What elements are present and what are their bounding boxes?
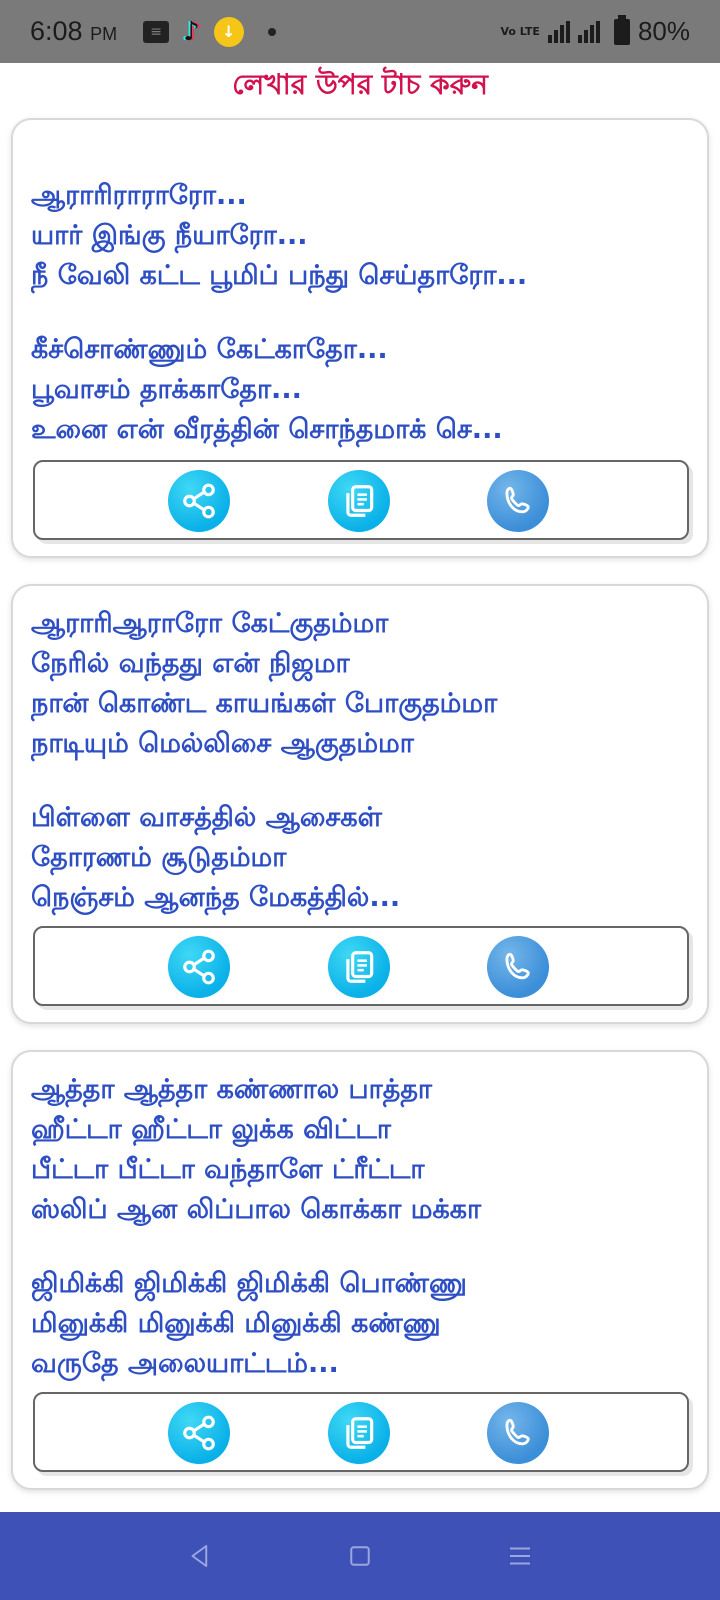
lyric-line: பீட்டா பீட்டா வந்தாளே ட்ரீட்டா [31,1154,425,1185]
lyric-line: ஆராரிஆராரோ கேட்குதம்மா [31,608,389,639]
battery-icon [613,14,630,45]
home-icon [350,1546,370,1566]
lyric-line: நான் கொண்ட காயங்கள் போகுதம்மா [31,688,498,719]
page-title[interactable]: লেখার উপর টাচ করুন [0,63,720,109]
copy-button[interactable] [328,936,390,998]
copy-button[interactable] [328,470,390,532]
battery-percent: 80% [637,16,690,46]
whatsapp-button[interactable] [487,936,549,998]
back-icon [191,1545,208,1567]
home-button[interactable] [340,1536,380,1576]
lyrics-text[interactable]: ஆத்தா ஆத்தா கண்ணால பாத்தா ஹீட்டா ஹீட்டா … [13,1052,707,1384]
lyric-line: ஹீட்டா ஹீட்டா லுக்க விட்டா [31,1114,391,1145]
copy-icon [346,485,374,517]
navigation-bar [0,1512,720,1600]
back-button[interactable] [180,1536,220,1576]
status-right: Vo LTE 80% [500,14,690,47]
share-button[interactable] [168,470,230,532]
lyric-line: நேரில் வந்தது என் நிஜமா [31,648,350,679]
lyrics-card[interactable]: ஆராரிராராரோ... யார் இங்கு நீயாரோ... நீ வ… [11,118,709,558]
share-icon [183,1415,215,1451]
copy-icon [346,1417,374,1449]
status-time: 6:08 PM [30,16,118,46]
lyric-line: ஸ்லிப் ஆன லிப்பால கொக்கா மக்கா [31,1194,482,1225]
signal-icon [547,20,570,43]
share-button[interactable] [168,936,230,998]
action-bar [33,1392,689,1472]
download-icon: ↓ [213,16,244,47]
whatsapp-button[interactable] [487,1402,549,1464]
more-notifications-icon [267,27,276,36]
lyric-line: நீ வேலி கட்ட பூமிப் பந்து செய்தாரோ... [31,260,528,291]
lyric-line: ஆத்தா ஆத்தா கண்ணால பாத்தா [31,1074,433,1105]
message-icon: ≡ [143,20,170,43]
lyric-line: நாடியும் மெல்லிசை ஆகுதம்மா [31,728,414,759]
lyric-line: ஜிமிக்கி ஜிமிக்கி ஜிமிக்கி பொண்ணு [31,1268,467,1299]
signal-icon-2 [577,20,600,43]
lyrics-card[interactable]: ஆராரிஆராரோ கேட்குதம்மா நேரில் வந்தது என்… [11,584,709,1024]
lyric-line: பிள்ளை வாசத்தில் ஆசைகள் [31,802,382,833]
menu-button[interactable] [500,1536,540,1576]
tiktok-icon: ♪ [183,16,200,47]
lyric-line: பூவாசம் தாக்காதோ... [31,374,302,405]
lyrics-text[interactable]: ஆராரிஆராரோ கேட்குதம்மா நேரில் வந்தது என்… [13,586,707,918]
lyric-line: தோரணம் சூடுதம்மா [31,842,287,873]
lyric-line: வருதே அலையாட்டம்... [31,1348,339,1379]
menu-icon [510,1547,530,1565]
action-bar [33,926,689,1006]
lyric-line: கீச்சொண்ணும் கேட்காதோ... [31,334,388,365]
lyric-line: உனை என் வீரத்தின் சொந்தமாக் செ... [31,414,503,445]
whatsapp-call-icon [505,952,530,980]
share-button[interactable] [168,1402,230,1464]
whatsapp-call-icon [505,1418,530,1446]
lyrics-text[interactable]: ஆராரிராராரோ... யார் இங்கு நீயாரோ... நீ வ… [13,120,707,450]
lyrics-card[interactable]: ஆத்தா ஆத்தா கண்ணால பாத்தா ஹீட்டா ஹீட்டா … [11,1050,709,1490]
status-bar: 6:08 PM ≡ ♪ ↓ Vo LTE 80% [0,0,720,63]
lyric-line: ஆராரிராராரோ... [31,180,247,211]
whatsapp-call-icon [505,486,530,514]
share-icon [183,949,215,985]
volte-icon: Vo LTE [500,24,540,38]
share-icon [183,483,215,519]
notification-icons: ≡ ♪ ↓ [143,16,276,47]
lyric-line: நெஞ்சம் ஆனந்த மேகத்தில்... [31,882,401,913]
action-bar [33,460,689,540]
whatsapp-button[interactable] [487,470,549,532]
lyric-line: யார் இங்கு நீயாரோ... [31,220,308,251]
lyric-line: மினுக்கி மினுக்கி மினுக்கி கண்ணு [31,1308,441,1339]
copy-button[interactable] [328,1402,390,1464]
copy-icon [346,951,374,983]
